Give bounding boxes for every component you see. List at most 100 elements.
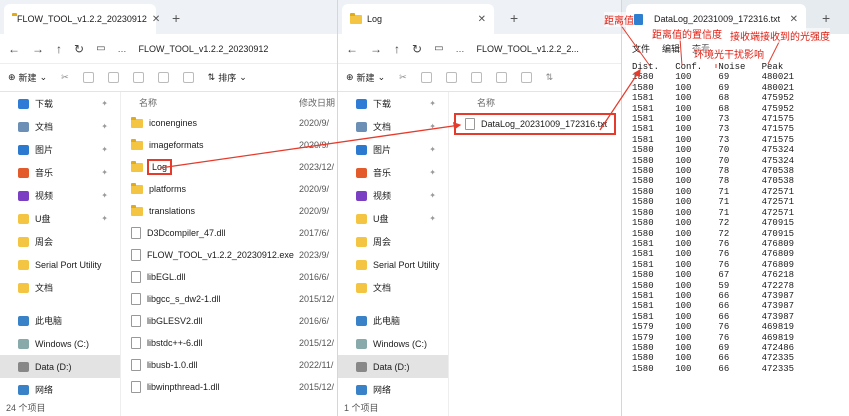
new-button[interactable]: ⊕ 新建 ⌄ xyxy=(8,71,47,84)
sidebar-item[interactable]: 视频 ✦ xyxy=(338,184,448,207)
sidebar-item[interactable]: 图片 ✦ xyxy=(0,138,120,161)
file-item[interactable]: libEGL.dll 2016/6/ xyxy=(121,266,337,288)
file-icon xyxy=(131,293,141,305)
file-item[interactable]: libstdc++-6.dll 2015/12/ xyxy=(121,332,337,354)
cut-icon[interactable]: ✂ xyxy=(61,72,69,83)
up-icon[interactable]: ↑ xyxy=(394,42,400,56)
sidebar-item[interactable]: Serial Port Utility xyxy=(338,253,448,276)
delete-icon[interactable] xyxy=(182,72,194,83)
file-item[interactable]: D3Dcompiler_47.dll 2017/6/ xyxy=(121,222,337,244)
menu-edit[interactable]: 编辑 xyxy=(662,42,680,55)
sidebar-item[interactable]: 周会 xyxy=(0,230,120,253)
new-tab-icon[interactable]: + xyxy=(510,10,518,26)
sidebar-item[interactable]: 视频 ✦ xyxy=(0,184,120,207)
sidebar-item[interactable]: 图片 ✦ xyxy=(338,138,448,161)
forward-icon[interactable]: → xyxy=(370,42,382,56)
file-item[interactable]: FLOW_TOOL_v1.2.2_20230912.exe 2023/9/ xyxy=(121,244,337,266)
more-icon[interactable]: … xyxy=(118,44,127,54)
text-line: 1580 100 66 472335 xyxy=(632,353,795,364)
address-path[interactable]: FLOW_TOOL_v1.2.2_20230912 xyxy=(139,44,269,54)
menu-file[interactable]: 文件 xyxy=(632,42,650,55)
sidebar-item[interactable]: 文档 ✦ xyxy=(338,115,448,138)
file-icon xyxy=(131,271,141,283)
paste-icon[interactable] xyxy=(445,72,457,83)
file-item[interactable]: libwinpthread-1.dll 2015/12/ xyxy=(121,376,337,398)
copy-icon[interactable] xyxy=(82,72,94,83)
column-name[interactable]: 名称 xyxy=(477,96,495,109)
back-icon[interactable]: ← xyxy=(346,42,358,56)
forward-icon[interactable]: → xyxy=(32,42,44,56)
close-tab-icon[interactable]: ✕ xyxy=(152,14,160,25)
monitor-icon[interactable]: ▭ xyxy=(434,43,443,54)
sidebar-item[interactable]: 文档 xyxy=(338,276,448,299)
refresh-icon[interactable]: ↻ xyxy=(412,42,422,56)
sort-icon[interactable]: ⇅ xyxy=(546,72,554,83)
sidebar-item[interactable]: U盘 ✦ xyxy=(0,207,120,230)
up-icon[interactable]: ↑ xyxy=(56,42,62,56)
file-item[interactable]: platforms 2020/9/ xyxy=(121,178,337,200)
file-item[interactable]: libgcc_s_dw2-1.dll 2015/12/ xyxy=(121,288,337,310)
sidebar-item[interactable]: U盘 ✦ xyxy=(338,207,448,230)
file-name: libGLESV2.dll xyxy=(147,316,203,326)
share-icon[interactable] xyxy=(495,72,507,83)
sidebar-item[interactable]: Data (D:) xyxy=(0,355,120,378)
sidebar-item-icon xyxy=(18,121,29,132)
new-tab-icon[interactable]: + xyxy=(822,10,830,26)
file-date: 2017/6/ xyxy=(299,228,330,238)
rename-icon[interactable] xyxy=(470,72,482,83)
close-tab-icon[interactable]: ✕ xyxy=(478,14,486,25)
more-icon[interactable]: … xyxy=(456,44,465,54)
file-item-datalog[interactable]: DataLog_20231009_172316.txt xyxy=(454,113,616,135)
title-bar: FLOW_TOOL_v1.2.2_20230912 ✕ + xyxy=(0,0,337,34)
sidebar-item[interactable]: 音乐 ✦ xyxy=(0,161,120,184)
new-button[interactable]: ⊕ 新建 ⌄ xyxy=(346,71,385,84)
file-item[interactable]: imageformats 2020/9/ xyxy=(121,134,337,156)
sidebar-item[interactable]: 下载 ✦ xyxy=(338,92,448,115)
sort-button[interactable]: ⇅ 排序 ⌄ xyxy=(208,71,247,84)
text-line: 1580 100 72 470915 xyxy=(632,218,795,229)
status-bar: 1 个项目 xyxy=(344,403,379,413)
file-item[interactable]: translations 2020/9/ xyxy=(121,200,337,222)
new-tab-icon[interactable]: + xyxy=(172,10,180,26)
address-path[interactable]: FLOW_TOOL_v1.2.2_2... xyxy=(477,44,579,54)
text-line: 1580 100 69 480021 xyxy=(632,82,795,93)
rename-icon[interactable] xyxy=(132,72,144,83)
file-icon xyxy=(131,315,141,327)
share-icon[interactable] xyxy=(157,72,169,83)
close-tab-icon[interactable]: ✕ xyxy=(790,14,798,25)
monitor-icon[interactable]: ▭ xyxy=(96,43,105,54)
sidebar-item[interactable]: 此电脑 xyxy=(338,309,448,332)
file-date: 2020/9/ xyxy=(299,184,330,194)
sidebar-item[interactable]: 网络 xyxy=(0,378,120,401)
sidebar-item[interactable]: 网络 xyxy=(338,378,448,401)
file-item[interactable]: libGLESV2.dll 2016/6/ xyxy=(121,310,337,332)
sidebar-item[interactable]: 周会 xyxy=(338,230,448,253)
column-name[interactable]: 名称 xyxy=(139,96,157,109)
tab-flow-tool[interactable]: FLOW_TOOL_v1.2.2_20230912 ✕ xyxy=(4,4,160,34)
delete-icon[interactable] xyxy=(520,72,532,83)
tab-log[interactable]: Log ✕ xyxy=(342,4,494,34)
sidebar-item[interactable]: Windows (C:) xyxy=(338,332,448,355)
sidebar-item[interactable]: 文档 ✦ xyxy=(0,115,120,138)
sidebar-item[interactable]: Data (D:) xyxy=(338,355,448,378)
refresh-icon[interactable]: ↻ xyxy=(74,42,84,56)
sidebar-item[interactable]: Windows (C:) xyxy=(0,332,120,355)
text-line: 1579 100 76 469819 xyxy=(632,332,795,343)
annotation-peak: 接收端接收到的光强度 xyxy=(730,28,830,43)
column-date[interactable]: 修改日期 xyxy=(299,96,335,109)
file-item[interactable]: iconengines 2020/9/ xyxy=(121,112,337,134)
paste-icon[interactable] xyxy=(107,72,119,83)
file-item[interactable]: libusb-1.0.dll 2022/11/ xyxy=(121,354,337,376)
back-icon[interactable]: ← xyxy=(8,42,20,56)
sidebar-item[interactable]: 音乐 ✦ xyxy=(338,161,448,184)
file-item[interactable]: Log 2023/12/ xyxy=(121,156,337,178)
text-line: 1580 100 78 470538 xyxy=(632,166,795,177)
file-date: 2020/9/ xyxy=(299,140,330,150)
copy-icon[interactable] xyxy=(420,72,432,83)
cut-icon[interactable]: ✂ xyxy=(399,72,407,83)
sidebar-item[interactable]: 下载 ✦ xyxy=(0,92,120,115)
text-content[interactable]: Dist. Conf. Noise Peak 1580 100 69 480021… xyxy=(622,58,849,374)
sidebar-item[interactable]: Serial Port Utility xyxy=(0,253,120,276)
sidebar-item[interactable]: 此电脑 xyxy=(0,309,120,332)
sidebar-item[interactable]: 文档 xyxy=(0,276,120,299)
